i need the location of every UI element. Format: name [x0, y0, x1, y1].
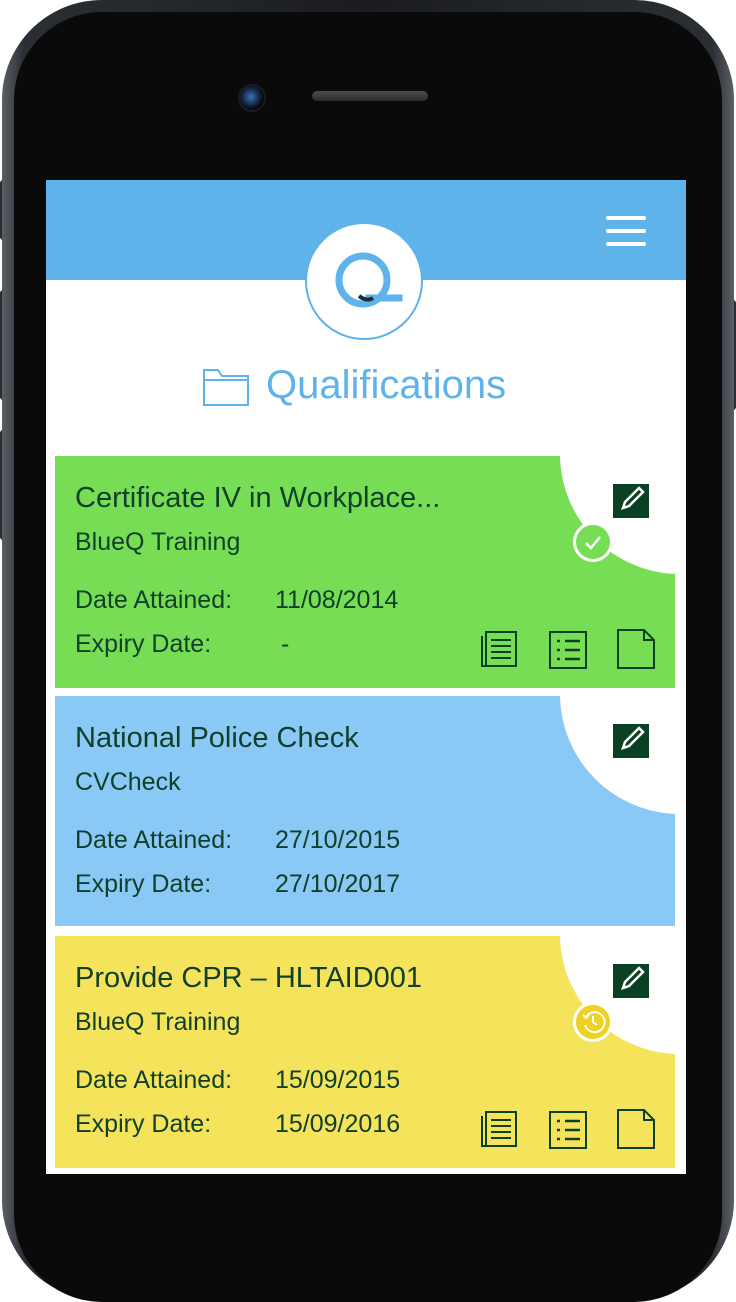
expiry-date-label: Expiry Date: — [75, 870, 212, 898]
qualification-provider: BlueQ Training — [75, 528, 241, 556]
edit-icon[interactable] — [613, 484, 649, 518]
qualification-title: National Police Check — [75, 722, 359, 754]
page-title-row: Qualifications — [46, 360, 686, 410]
blank-document-icon[interactable] — [616, 628, 656, 670]
front-camera — [238, 84, 266, 112]
hamburger-menu-icon[interactable] — [606, 216, 646, 246]
checklist-icon[interactable] — [548, 630, 588, 670]
expiry-date-label: Expiry Date: — [75, 1110, 212, 1138]
qualification-provider: CVCheck — [75, 768, 181, 796]
qualification-title: Certificate IV in Workplace... — [75, 482, 441, 514]
date-attained-label: Date Attained: — [75, 1066, 233, 1094]
app-screen: Qualifications Certificate IV in Workpla… — [46, 180, 686, 1174]
expiry-date-value: 15/09/2016 — [275, 1110, 401, 1138]
app-logo — [305, 222, 423, 340]
checklist-icon[interactable] — [548, 1110, 588, 1150]
qualification-title: Provide CPR – HLTAID001 — [75, 962, 423, 994]
date-attained-value: 11/08/2014 — [275, 586, 399, 614]
folder-icon — [203, 369, 249, 406]
edit-icon[interactable] — [613, 964, 649, 998]
edit-icon[interactable] — [613, 724, 649, 758]
date-attained-value: 15/09/2015 — [275, 1066, 401, 1094]
page-title: Qualifications — [266, 363, 507, 407]
check-circle-icon — [573, 522, 613, 562]
expiry-date-value: - — [281, 630, 290, 658]
document-lines-icon[interactable] — [480, 630, 518, 668]
phone-frame: Qualifications Certificate IV in Workpla… — [0, 0, 736, 1302]
qualification-card[interactable]: Provide CPR – HLTAID001 BlueQ Training D… — [55, 934, 686, 1168]
q-logo-icon — [335, 252, 403, 308]
expiry-date-label: Expiry Date: — [75, 630, 212, 658]
expiry-date-value: 27/10/2017 — [275, 870, 401, 898]
date-attained-value: 27/10/2015 — [275, 826, 401, 854]
earpiece-speaker — [312, 91, 428, 101]
document-lines-icon[interactable] — [480, 1110, 518, 1148]
date-attained-label: Date Attained: — [75, 586, 233, 614]
blank-document-icon[interactable] — [616, 1108, 656, 1150]
qualification-card[interactable]: National Police Check CVCheck Date Attai… — [55, 694, 686, 926]
date-attained-label: Date Attained: — [75, 826, 233, 854]
qualification-provider: BlueQ Training — [75, 1008, 241, 1036]
history-clock-icon — [573, 1002, 613, 1042]
qualification-card[interactable]: Certificate IV in Workplace... BlueQ Tra… — [55, 454, 686, 688]
